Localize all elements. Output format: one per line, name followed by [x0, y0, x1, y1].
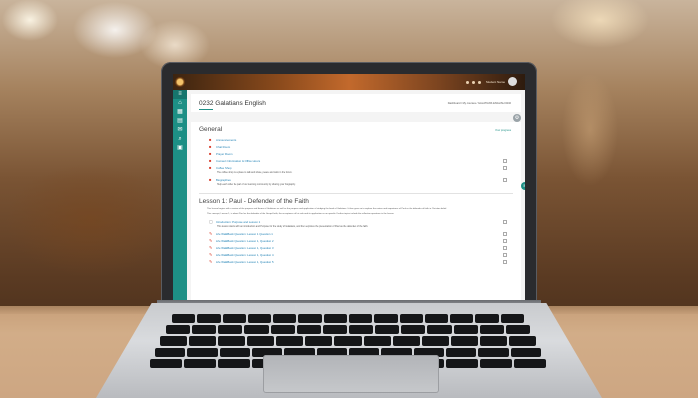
progress-link[interactable]: Your progress — [495, 129, 511, 132]
activity-item[interactable]: ■ Prayer Room — [199, 150, 513, 157]
breadcrumb[interactable]: Dashboard / My courses / GALATIANS ENGLI… — [448, 102, 511, 105]
user-name[interactable]: Student Name — [486, 80, 505, 84]
completion-checkbox[interactable] — [503, 219, 507, 224]
activity-link[interactable]: Introduction: Purpose and Lesson 1 — [216, 220, 260, 224]
search-icon[interactable]: ⌕ — [173, 135, 187, 144]
activity-link[interactable]: Life WalkBack Question: Lesson 1, Questi… — [216, 260, 274, 264]
completion-checkbox[interactable] — [503, 231, 507, 236]
dashboard-icon[interactable]: ▣ — [173, 144, 187, 153]
activity-item[interactable]: ✎ Life WalkBack Question: Lesson 1 Quest… — [199, 230, 513, 237]
activity-item[interactable]: ✎ Life WalkBack Question: Lesson 1, Ques… — [199, 244, 513, 251]
section-general: General Your progress ■ Announcements ■ … — [191, 122, 521, 190]
section-lesson-1: Lesson 1: Paul - Defender of the Faith T… — [191, 194, 521, 267]
activity-link[interactable]: Life WalkBack Question: Lesson 1 Questio… — [216, 232, 273, 236]
activity-link[interactable]: Life WalkBack Question: Lesson 1, Questi… — [216, 246, 274, 250]
activity-item[interactable]: ■ Biographies — [199, 176, 513, 183]
trackpad — [263, 355, 439, 393]
activity-link[interactable]: Life WalkBack Question: Lesson 1, Questi… — [216, 253, 274, 257]
notification-icon[interactable] — [465, 80, 469, 84]
quiz-icon: ✎ — [209, 251, 213, 257]
quiz-icon: ✎ — [209, 230, 213, 236]
page-header: 0232 Galatians English Dashboard / My co… — [191, 94, 521, 112]
completion-checkbox[interactable] — [503, 177, 507, 182]
completion-checkbox[interactable] — [503, 158, 507, 163]
activity-link[interactable]: Chat Room — [216, 145, 230, 149]
quiz-icon: ✎ — [209, 237, 213, 243]
activity-link[interactable]: Life WalkBack Question: Lesson 1, Questi… — [216, 239, 274, 243]
course-page: 0232 Galatians English Dashboard / My co… — [187, 90, 525, 300]
menu-icon[interactable]: ≡ — [173, 90, 187, 99]
activity-link[interactable]: Prayer Room — [216, 152, 232, 156]
activity-item[interactable]: ■ Coffee Shop — [199, 164, 513, 171]
calendar-icon[interactable]: ▦ — [173, 108, 187, 117]
quiz-icon: ✎ — [209, 258, 213, 264]
forum-icon: ■ — [209, 164, 212, 170]
navbar-actions: Student Name — [465, 80, 505, 84]
forum-icon: ■ — [209, 136, 212, 142]
completion-checkbox[interactable] — [503, 165, 507, 170]
title-underline — [199, 109, 213, 110]
gear-icon[interactable]: ⚙ — [513, 114, 521, 122]
files-icon[interactable]: ▤ — [173, 117, 187, 126]
page-icon: ▢ — [209, 218, 213, 224]
completion-checkbox[interactable] — [503, 245, 507, 250]
completion-checkbox[interactable] — [503, 238, 507, 243]
course-content: General Your progress ■ Announcements ■ … — [191, 122, 521, 300]
completion-checkbox[interactable] — [503, 252, 507, 257]
page-title: 0232 Galatians English — [199, 100, 266, 107]
activity-link[interactable]: Connect Information & Office Hours — [216, 159, 260, 163]
activity-link[interactable]: Biographies — [216, 178, 231, 182]
activity-item[interactable]: ■ Chat Room — [199, 143, 513, 150]
settings-icon[interactable] — [477, 80, 481, 84]
lesson-description: This concept, Lesson 1, is about Paul as… — [207, 213, 395, 215]
section-title-lesson-1: Lesson 1: Paul - Defender of the Faith — [199, 198, 309, 205]
forum-icon: ■ — [209, 157, 212, 163]
activity-note: Help each other be part of our learning … — [217, 184, 296, 186]
site-logo[interactable] — [175, 77, 185, 87]
top-navbar: Student Name — [173, 74, 525, 90]
activity-item[interactable]: ✎ Life WalkBack Question: Lesson 1, Ques… — [199, 258, 513, 265]
activity-item[interactable]: ▢ Introduction: Purpose and Lesson 1 — [199, 218, 513, 225]
forum-icon: ■ — [209, 176, 212, 182]
quiz-icon: ✎ — [209, 244, 213, 250]
forum-icon: ■ — [209, 150, 212, 156]
laptop-screen: Student Name ≡ ⌂ ▦ ▤ ✉ ⌕ ▣ 0232 Galatian… — [173, 74, 525, 300]
messages-icon[interactable] — [471, 80, 475, 84]
activity-item[interactable]: ✎ Life WalkBack Question: Lesson 1, Ques… — [199, 251, 513, 258]
left-sidebar: ≡ ⌂ ▦ ▤ ✉ ⌕ ▣ — [173, 90, 187, 300]
completion-checkbox[interactable] — [503, 259, 507, 264]
activity-item[interactable]: ✎ Life WalkBack Question: Lesson 1, Ques… — [199, 237, 513, 244]
avatar[interactable] — [508, 77, 517, 86]
activity-item[interactable]: ■ Connect Information & Office Hours — [199, 157, 513, 164]
home-icon[interactable]: ⌂ — [173, 99, 187, 108]
section-title-general: General — [199, 126, 223, 133]
activity-item[interactable]: ■ Announcements — [199, 136, 513, 143]
activity-link[interactable]: Coffee Shop — [216, 166, 232, 170]
activity-link[interactable]: Announcements — [216, 138, 236, 142]
mail-icon[interactable]: ✉ — [173, 126, 187, 135]
chat-bubble-icon[interactable]: ✉ — [521, 182, 525, 190]
chat-icon: ■ — [209, 143, 212, 149]
lesson-description: This lesson begins with a review of the … — [207, 208, 447, 210]
